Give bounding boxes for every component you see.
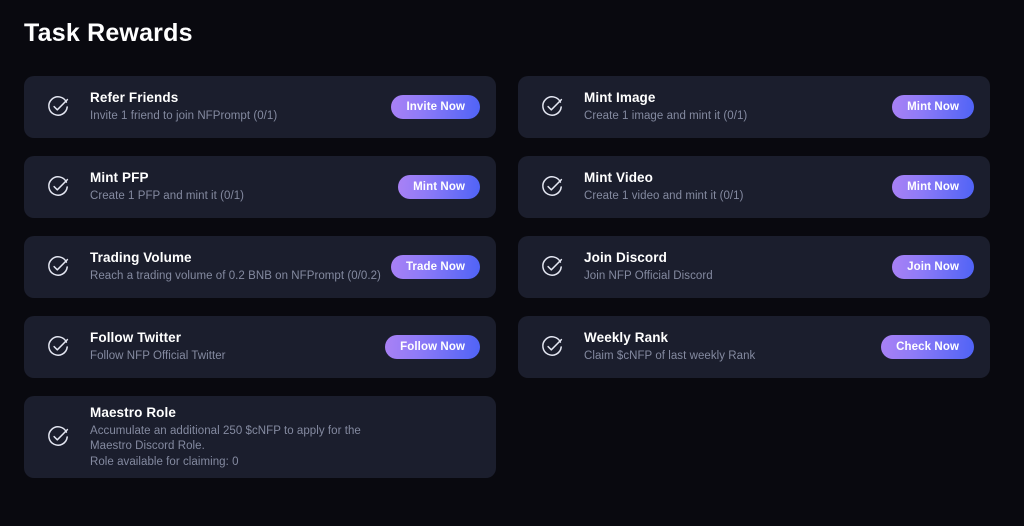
task-action-button-refer-friends[interactable]: Invite Now: [391, 95, 480, 119]
task-description: Create 1 image and mint it (0/1): [584, 109, 884, 125]
task-title: Follow Twitter: [90, 329, 377, 346]
task-description: Reach a trading volume of 0.2 BNB on NFP…: [90, 269, 383, 285]
task-list: Refer Friends Invite 1 friend to join NFP…: [24, 76, 990, 478]
task-description: Claim $cNFP of last weekly Rank: [584, 349, 873, 365]
task-body: Refer Friends Invite 1 friend to join NFP…: [90, 89, 391, 125]
check-circle-icon: [540, 175, 564, 199]
task-rewards-page: Task Rewards Refer Friends Invite 1 frien…: [0, 0, 1024, 526]
task-card-mint-image: Mint Image Create 1 image and mint it (0/…: [518, 76, 990, 138]
task-title: Refer Friends: [90, 89, 383, 106]
task-card-trading-volume: Trading Volume Reach a trading volume of …: [24, 236, 496, 298]
task-action-button-join-discord[interactable]: Join Now: [892, 255, 974, 279]
task-action-button-mint-pfp[interactable]: Mint Now: [398, 175, 480, 199]
task-action-button-weekly-rank[interactable]: Check Now: [881, 335, 974, 359]
task-title: Maestro Role: [90, 404, 472, 421]
task-title: Trading Volume: [90, 249, 383, 266]
task-title: Mint Video: [584, 169, 884, 186]
task-description: Create 1 video and mint it (0/1): [584, 189, 884, 205]
check-circle-icon: [46, 175, 70, 199]
page-title: Task Rewards: [24, 18, 193, 48]
task-card-refer-friends: Refer Friends Invite 1 friend to join NFP…: [24, 76, 496, 138]
task-action-button-mint-image[interactable]: Mint Now: [892, 95, 974, 119]
task-body: Follow Twitter Follow NFP Official Twitte…: [90, 329, 385, 365]
check-circle-icon: [540, 95, 564, 119]
task-action-button-mint-video[interactable]: Mint Now: [892, 175, 974, 199]
task-card-weekly-rank: Weekly Rank Claim $cNFP of last weekly Ra…: [518, 316, 990, 378]
task-body: Mint Image Create 1 image and mint it (0/…: [584, 89, 892, 125]
task-card-mint-pfp: Mint PFPCreate 1 PFP and mint it (0/1)Mi…: [24, 156, 496, 218]
task-action-button-follow-twitter[interactable]: Follow Now: [385, 335, 480, 359]
task-description: Create 1 PFP and mint it (0/1): [90, 189, 390, 205]
check-circle-icon: [46, 425, 70, 449]
task-body: Trading Volume Reach a trading volume of …: [90, 249, 391, 285]
task-title: Mint Image: [584, 89, 884, 106]
check-circle-icon: [540, 335, 564, 359]
task-body: Mint Video Create 1 video and mint it (0/…: [584, 169, 892, 205]
task-card-join-discord: Join DiscordJoin NFP Official DiscordJoi…: [518, 236, 990, 298]
task-card-maestro-role: Maestro Role Accumulate an additional 250…: [24, 396, 496, 478]
task-description: Join NFP Official Discord: [584, 269, 884, 285]
task-description: Accumulate an additional 250 $cNFP to ap…: [90, 424, 472, 471]
task-description: Invite 1 friend to join NFPrompt (0/1): [90, 109, 383, 125]
task-title: Mint PFP: [90, 169, 390, 186]
task-card-mint-video: Mint Video Create 1 video and mint it (0/…: [518, 156, 990, 218]
check-circle-icon: [46, 255, 70, 279]
task-body: Mint PFP Create 1 PFP and mint it (0/1): [90, 169, 398, 205]
check-circle-icon: [46, 335, 70, 359]
task-description: Follow NFP Official Twitter: [90, 349, 377, 365]
task-body: Weekly Rank Claim $cNFP of last weekly Ra…: [584, 329, 881, 365]
task-body: Maestro Role Accumulate an additional 250…: [90, 404, 480, 471]
check-circle-icon: [46, 95, 70, 119]
task-body: Join Discord Join NFP Official Discord: [584, 249, 892, 285]
task-title: Weekly Rank: [584, 329, 873, 346]
task-card-follow-twitter: Follow Twitter Follow NFP Official Twitte…: [24, 316, 496, 378]
check-circle-icon: [540, 255, 564, 279]
task-title: Join Discord: [584, 249, 884, 266]
task-action-button-trading-volume[interactable]: Trade Now: [391, 255, 480, 279]
